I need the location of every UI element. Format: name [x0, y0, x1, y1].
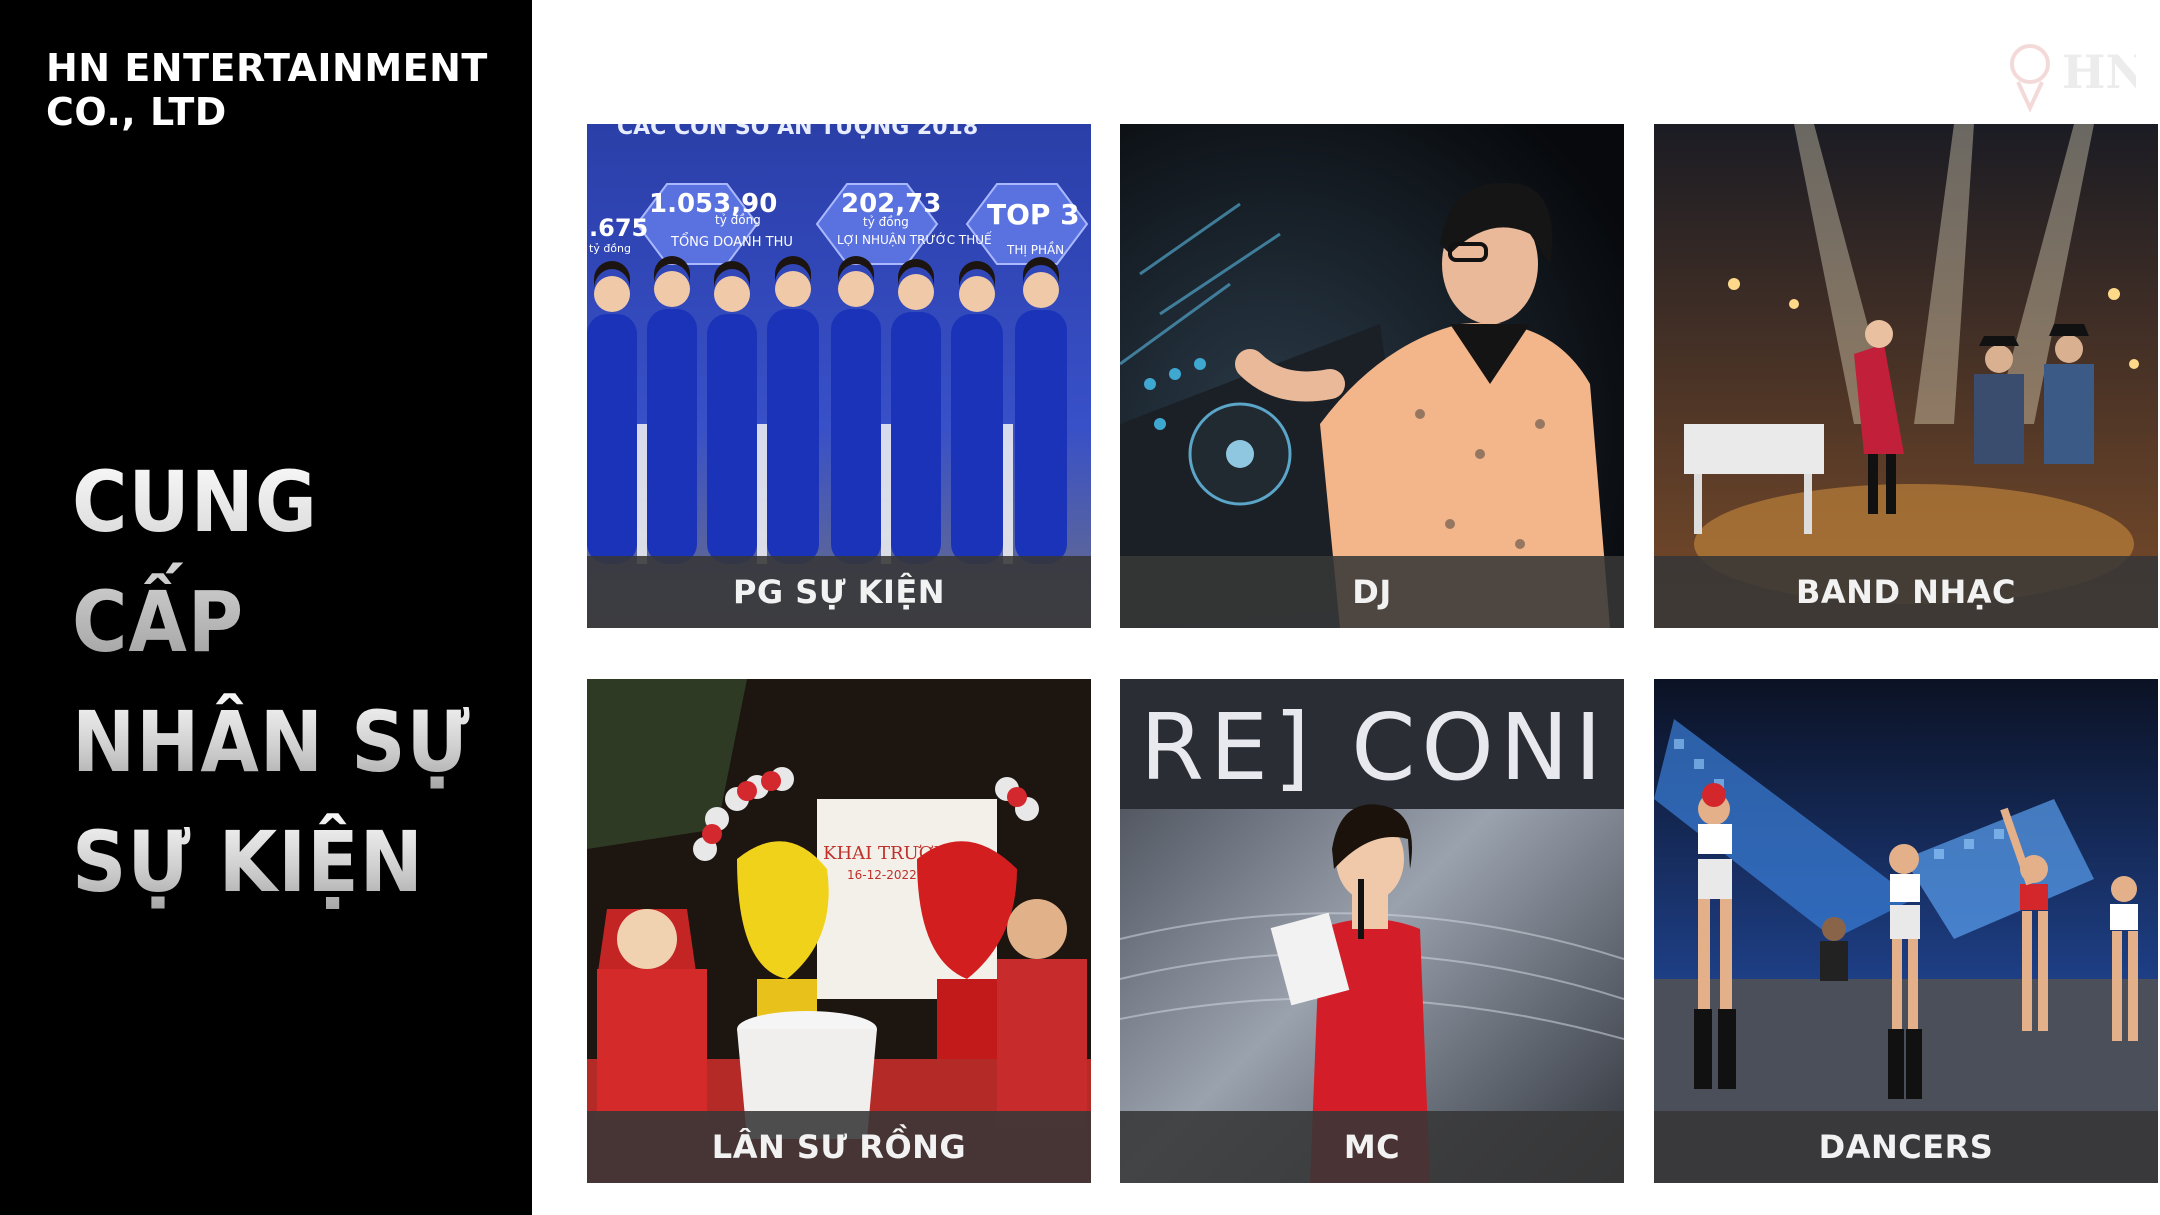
svg-text:RE] CONI: RE] CONI: [1140, 694, 1608, 801]
service-card-band[interactable]: BAND NHẠC: [1654, 124, 2158, 628]
sidebar: HN ENTERTAINMENT CO., LTD CUNG CẤP NHÂN …: [0, 0, 532, 1215]
dancers-photo: [1654, 679, 2158, 1183]
svg-text:.675: .675: [589, 214, 648, 242]
mc-photo: RE] CONI: [1120, 679, 1624, 1183]
card-label-bar: LÂN SƯ RỒNG: [587, 1111, 1091, 1183]
svg-text:HN: HN: [2062, 45, 2136, 99]
svg-text:tỷ đồng: tỷ đồng: [863, 215, 909, 229]
service-label-dj: DJ: [1352, 573, 1392, 611]
svg-text:16-12-2022: 16-12-2022: [847, 868, 917, 882]
dj-photo: [1120, 124, 1624, 628]
service-label-band: BAND NHẠC: [1796, 573, 2016, 611]
headline-line3: SỰ KIỆN: [72, 802, 486, 922]
service-card-dancers[interactable]: DANCERS: [1654, 679, 2158, 1183]
service-label-lion-dance: LÂN SƯ RỒNG: [711, 1128, 967, 1166]
service-label-mc: MC: [1343, 1128, 1401, 1166]
svg-text:TỔNG DOANH THU: TỔNG DOANH THU: [670, 233, 793, 250]
service-card-pg[interactable]: CÁC CON SỐ ẤN TƯỢNG 2018 1.053,90 tỷ đồn…: [587, 124, 1091, 628]
card-label-bar: BAND NHẠC: [1654, 556, 2158, 628]
band-photo: [1654, 124, 2158, 628]
svg-text:tỷ đồng: tỷ đồng: [715, 213, 761, 227]
page-headline: CUNG CẤP NHÂN SỰ SỰ KIỆN: [72, 442, 486, 922]
company-name: HN ENTERTAINMENT CO., LTD: [46, 46, 488, 134]
card-label-bar: DJ: [1120, 556, 1624, 628]
card-label-bar: DANCERS: [1654, 1111, 2158, 1183]
svg-text:LỢI NHUẬN TRƯỚC THUẾ: LỢI NHUẬN TRƯỚC THUẾ: [837, 231, 992, 247]
headline-line2: NHÂN SỰ: [72, 682, 486, 802]
svg-text:THỊ PHẦN: THỊ PHẦN: [1006, 241, 1064, 257]
service-card-lion-dance[interactable]: KHAI TRƯƠNG 16-12-2022 LÂN SƯ RỒNG: [587, 679, 1091, 1183]
service-label-dancers: DANCERS: [1818, 1128, 1994, 1166]
service-label-pg: PG SỰ KIỆN: [732, 573, 946, 611]
headline-line1: CUNG CẤP: [72, 442, 486, 682]
svg-text:CÁC CON SỐ ẤN TƯỢNG 2018: CÁC CON SỐ ẤN TƯỢNG 2018: [617, 124, 978, 140]
pg-event-photo: CÁC CON SỐ ẤN TƯỢNG 2018 1.053,90 tỷ đồn…: [587, 124, 1091, 628]
service-card-mc[interactable]: RE] CONI MC: [1120, 679, 1624, 1183]
card-label-bar: PG SỰ KIỆN: [587, 556, 1091, 628]
company-name-line1: HN ENTERTAINMENT: [46, 46, 488, 90]
svg-text:tỷ đồng: tỷ đồng: [589, 242, 631, 255]
hn-event-logo: HN: [2010, 44, 2136, 113]
lion-dance-photo: KHAI TRƯƠNG 16-12-2022: [587, 679, 1091, 1183]
svg-text:TOP 3: TOP 3: [987, 198, 1080, 231]
service-card-dj[interactable]: DJ: [1120, 124, 1624, 628]
card-label-bar: MC: [1120, 1111, 1624, 1183]
company-name-line2: CO., LTD: [46, 90, 227, 134]
